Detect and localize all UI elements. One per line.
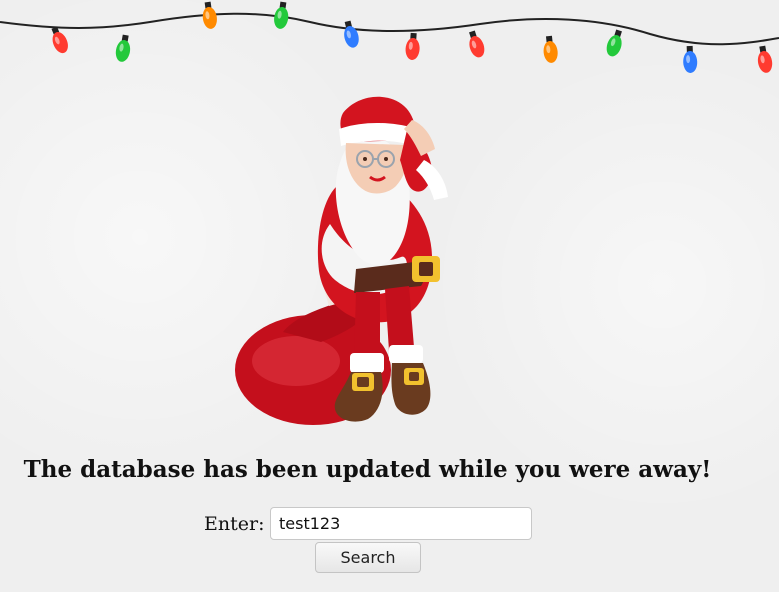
page-title: The database has been updated while you … — [23, 456, 712, 483]
search-label: Enter: — [204, 513, 265, 535]
search-button[interactable]: Search — [315, 542, 421, 573]
page: The database has been updated while you … — [0, 0, 779, 592]
santa-illustration — [235, 96, 448, 425]
search-input[interactable] — [270, 507, 532, 540]
search-form: Enter: — [0, 507, 779, 541]
